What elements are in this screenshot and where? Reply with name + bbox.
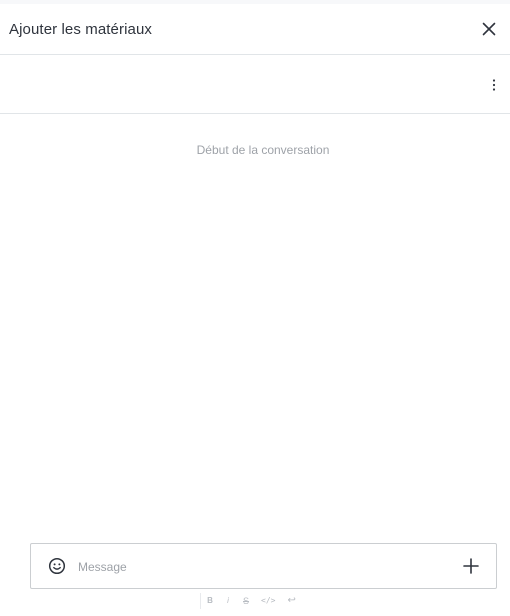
message-list[interactable]: Début de la conversation — [0, 115, 510, 540]
code-button[interactable]: </> — [261, 593, 275, 609]
more-options-button[interactable] — [486, 76, 502, 94]
emoji-button[interactable] — [48, 557, 66, 575]
strike-button[interactable]: S — [243, 593, 249, 609]
conversation-start-label: Début de la conversation — [196, 143, 330, 157]
message-composer — [30, 543, 497, 589]
room-toolbar — [0, 56, 510, 114]
formatting-toolbar: B i S </> ↩ — [200, 593, 296, 609]
add-attachment-button[interactable] — [462, 557, 480, 575]
panel-title: Ajouter les matériaux — [9, 20, 152, 38]
room-panel: Ajouter les matériaux Début de la conver… — [0, 0, 510, 616]
emoji-icon — [48, 557, 66, 575]
close-icon — [482, 22, 496, 36]
bold-button[interactable]: B — [207, 593, 213, 609]
panel-header: Ajouter les matériaux — [0, 4, 510, 55]
return-button[interactable]: ↩ — [287, 593, 295, 609]
italic-button[interactable]: i — [225, 593, 231, 609]
kebab-menu-icon — [492, 79, 496, 91]
plus-icon — [463, 558, 479, 574]
close-button[interactable] — [478, 18, 500, 40]
message-input[interactable] — [78, 556, 448, 578]
